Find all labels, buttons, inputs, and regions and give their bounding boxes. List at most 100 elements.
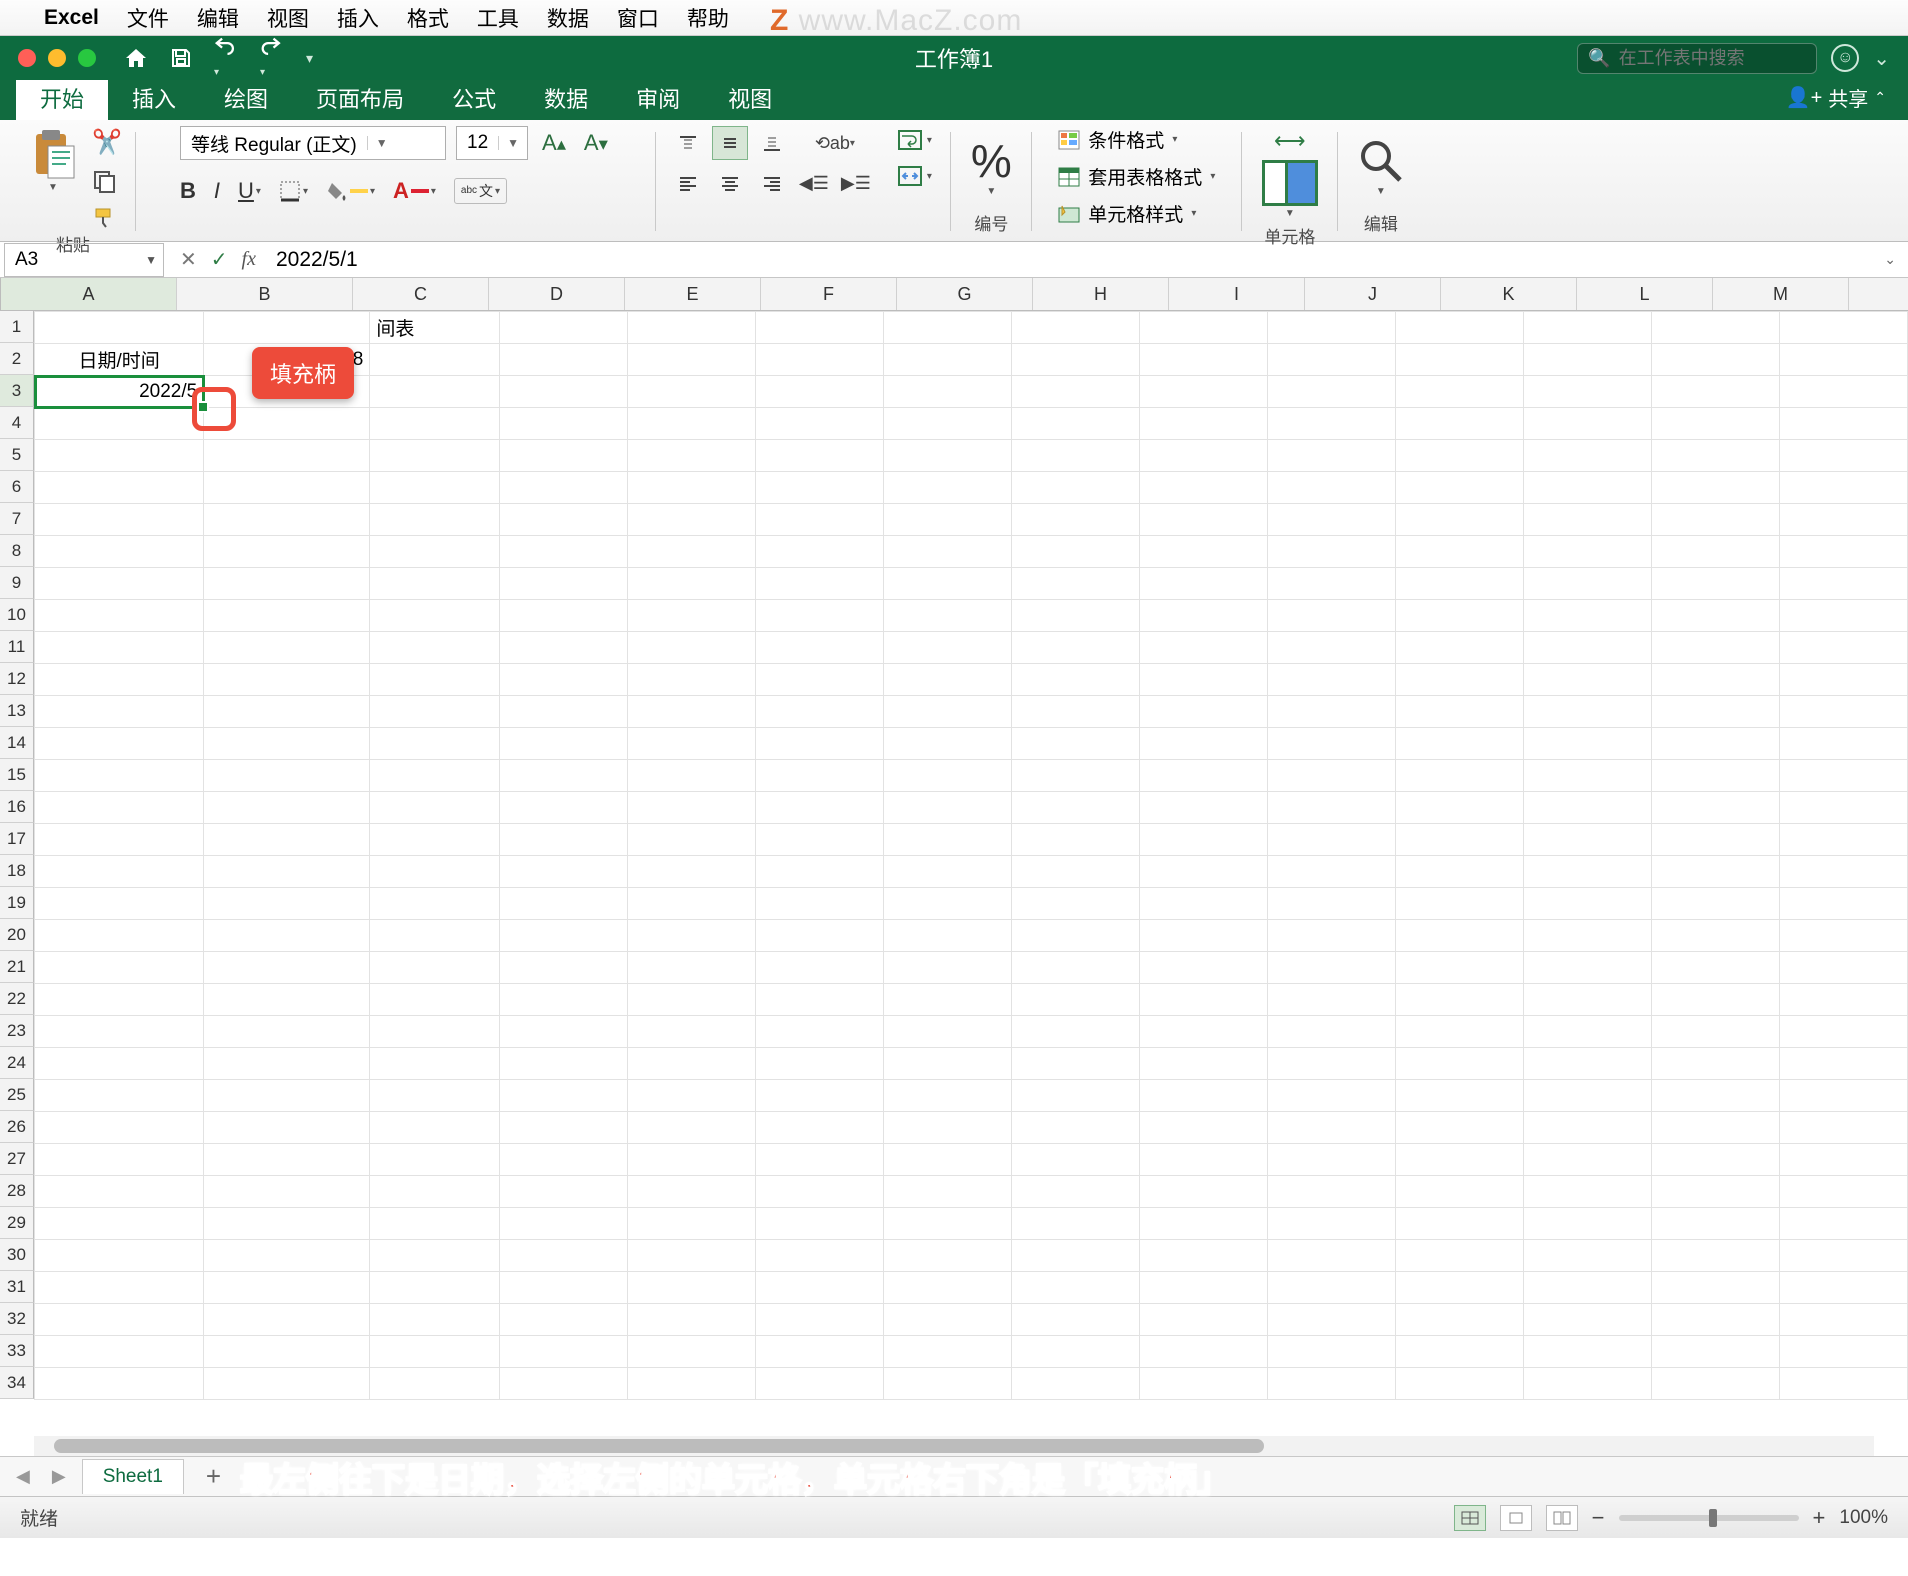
cell-F11[interactable] bbox=[755, 632, 883, 664]
cell-G19[interactable] bbox=[883, 888, 1011, 920]
cell-C28[interactable] bbox=[370, 1176, 499, 1208]
zoom-knob[interactable] bbox=[1709, 1509, 1717, 1527]
row-header-19[interactable]: 19 bbox=[0, 887, 34, 919]
font-color-button[interactable]: A▾ bbox=[393, 178, 436, 204]
cell-H14[interactable] bbox=[1011, 728, 1139, 760]
cell-H21[interactable] bbox=[1011, 952, 1139, 984]
col-header-M[interactable]: M bbox=[1713, 278, 1849, 310]
cell-J33[interactable] bbox=[1267, 1336, 1395, 1368]
cell-K7[interactable] bbox=[1395, 504, 1523, 536]
cell-L26[interactable] bbox=[1523, 1112, 1651, 1144]
cut-icon[interactable]: ✂️ bbox=[92, 128, 122, 157]
cell-M14[interactable] bbox=[1651, 728, 1779, 760]
cell-F13[interactable] bbox=[755, 696, 883, 728]
cell-K29[interactable] bbox=[1395, 1208, 1523, 1240]
cell-B17[interactable] bbox=[204, 824, 370, 856]
cell-K33[interactable] bbox=[1395, 1336, 1523, 1368]
cell-G17[interactable] bbox=[883, 824, 1011, 856]
cell-G8[interactable] bbox=[883, 536, 1011, 568]
cell-N31[interactable] bbox=[1779, 1272, 1907, 1304]
cell-D27[interactable] bbox=[499, 1144, 627, 1176]
cell-J8[interactable] bbox=[1267, 536, 1395, 568]
cell-M6[interactable] bbox=[1651, 472, 1779, 504]
cell-A18[interactable] bbox=[35, 856, 204, 888]
col-header-H[interactable]: H bbox=[1033, 278, 1169, 310]
row-header-27[interactable]: 27 bbox=[0, 1143, 34, 1175]
row-header-8[interactable]: 8 bbox=[0, 535, 34, 567]
cells-area[interactable]: 间表日期/时间82022/5 填充柄 bbox=[34, 311, 1908, 1400]
cell-F19[interactable] bbox=[755, 888, 883, 920]
cell-B14[interactable] bbox=[204, 728, 370, 760]
cell-I31[interactable] bbox=[1139, 1272, 1267, 1304]
cell-G24[interactable] bbox=[883, 1048, 1011, 1080]
cell-G13[interactable] bbox=[883, 696, 1011, 728]
cell-H28[interactable] bbox=[1011, 1176, 1139, 1208]
cell-A32[interactable] bbox=[35, 1304, 204, 1336]
cell-D31[interactable] bbox=[499, 1272, 627, 1304]
cell-B27[interactable] bbox=[204, 1144, 370, 1176]
accept-formula-icon[interactable]: ✓ bbox=[211, 247, 228, 272]
decrease-indent-icon[interactable]: ◀☰ bbox=[796, 166, 832, 200]
cell-A27[interactable] bbox=[35, 1144, 204, 1176]
col-header-J[interactable]: J bbox=[1305, 278, 1441, 310]
cell-N27[interactable] bbox=[1779, 1144, 1907, 1176]
row-header-10[interactable]: 10 bbox=[0, 599, 34, 631]
cell-E34[interactable] bbox=[627, 1368, 755, 1400]
cell-I16[interactable] bbox=[1139, 792, 1267, 824]
cell-E19[interactable] bbox=[627, 888, 755, 920]
cell-D28[interactable] bbox=[499, 1176, 627, 1208]
cell-D23[interactable] bbox=[499, 1016, 627, 1048]
cell-F25[interactable] bbox=[755, 1080, 883, 1112]
cell-B29[interactable] bbox=[204, 1208, 370, 1240]
cell-D10[interactable] bbox=[499, 600, 627, 632]
cell-F24[interactable] bbox=[755, 1048, 883, 1080]
cell-E31[interactable] bbox=[627, 1272, 755, 1304]
cell-J34[interactable] bbox=[1267, 1368, 1395, 1400]
cell-I22[interactable] bbox=[1139, 984, 1267, 1016]
cell-I25[interactable] bbox=[1139, 1080, 1267, 1112]
menu-edit[interactable]: 编辑 bbox=[197, 3, 239, 33]
cell-F18[interactable] bbox=[755, 856, 883, 888]
cell-E21[interactable] bbox=[627, 952, 755, 984]
cell-M15[interactable] bbox=[1651, 760, 1779, 792]
cell-M11[interactable] bbox=[1651, 632, 1779, 664]
cell-G15[interactable] bbox=[883, 760, 1011, 792]
cell-K2[interactable] bbox=[1395, 344, 1523, 376]
expand-formula-icon[interactable]: ⌄ bbox=[1872, 251, 1908, 268]
cell-C5[interactable] bbox=[370, 440, 499, 472]
cell-F33[interactable] bbox=[755, 1336, 883, 1368]
cell-B10[interactable] bbox=[204, 600, 370, 632]
cell-D1[interactable] bbox=[499, 312, 627, 344]
cell-F28[interactable] bbox=[755, 1176, 883, 1208]
cell-D29[interactable] bbox=[499, 1208, 627, 1240]
name-box[interactable]: A3▼ bbox=[4, 243, 164, 277]
cell-M12[interactable] bbox=[1651, 664, 1779, 696]
cell-L23[interactable] bbox=[1523, 1016, 1651, 1048]
cell-E7[interactable] bbox=[627, 504, 755, 536]
cell-E17[interactable] bbox=[627, 824, 755, 856]
cell-L30[interactable] bbox=[1523, 1240, 1651, 1272]
cell-D9[interactable] bbox=[499, 568, 627, 600]
cell-K22[interactable] bbox=[1395, 984, 1523, 1016]
scrollbar-thumb[interactable] bbox=[54, 1439, 1264, 1453]
cell-C6[interactable] bbox=[370, 472, 499, 504]
cell-M17[interactable] bbox=[1651, 824, 1779, 856]
cell-B22[interactable] bbox=[204, 984, 370, 1016]
cell-L28[interactable] bbox=[1523, 1176, 1651, 1208]
cell-N3[interactable] bbox=[1779, 376, 1907, 408]
cell-N21[interactable] bbox=[1779, 952, 1907, 984]
cell-I7[interactable] bbox=[1139, 504, 1267, 536]
cell-G20[interactable] bbox=[883, 920, 1011, 952]
row-header-15[interactable]: 15 bbox=[0, 759, 34, 791]
cell-L18[interactable] bbox=[1523, 856, 1651, 888]
menu-insert[interactable]: 插入 bbox=[337, 3, 379, 33]
cell-G30[interactable] bbox=[883, 1240, 1011, 1272]
cell-L12[interactable] bbox=[1523, 664, 1651, 696]
cell-G2[interactable] bbox=[883, 344, 1011, 376]
cell-A3[interactable]: 2022/5 bbox=[35, 376, 204, 408]
cell-M16[interactable] bbox=[1651, 792, 1779, 824]
normal-view-icon[interactable] bbox=[1454, 1505, 1486, 1531]
cell-I6[interactable] bbox=[1139, 472, 1267, 504]
cell-M30[interactable] bbox=[1651, 1240, 1779, 1272]
cell-J6[interactable] bbox=[1267, 472, 1395, 504]
